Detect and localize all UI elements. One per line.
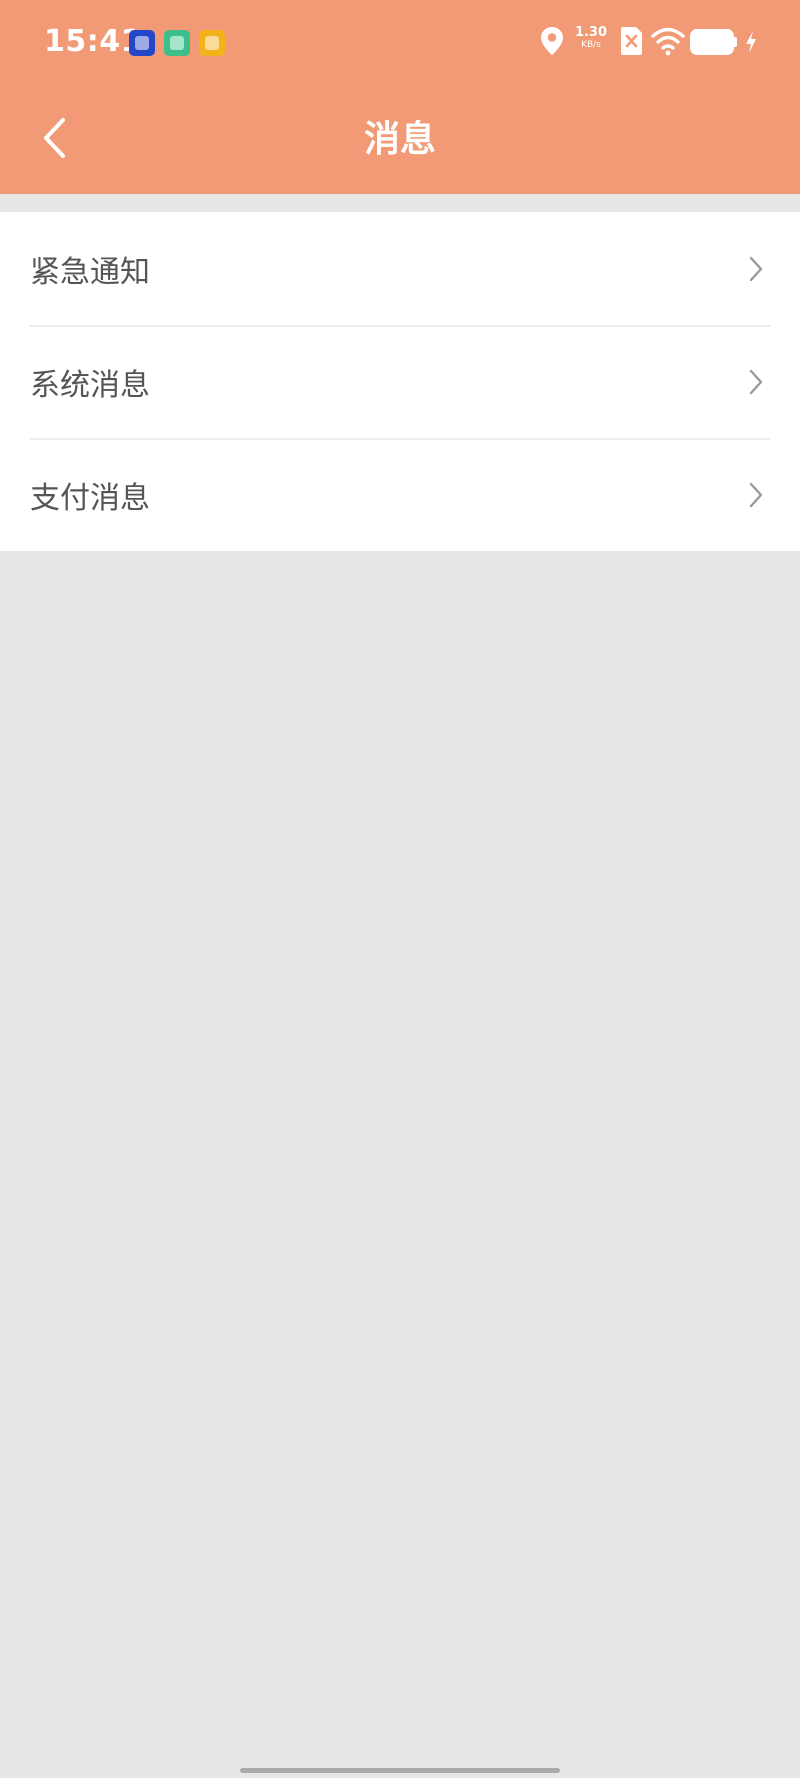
app-icon-yellow — [199, 30, 225, 56]
net-speed-unit: KB/s — [581, 40, 601, 50]
chevron-right-icon — [749, 256, 763, 281]
list-item-payment-messages[interactable]: 支付消息 — [0, 438, 800, 551]
home-indicator[interactable] — [240, 1768, 560, 1773]
list-item-system-messages[interactable]: 系统消息 — [0, 325, 800, 438]
charging-icon — [744, 30, 758, 58]
battery-icon — [690, 29, 734, 55]
net-speed-value: 1.30 — [574, 25, 608, 40]
battery-tip — [734, 37, 737, 47]
chevron-right-icon — [749, 482, 763, 507]
status-bar: 15:41 1.30 KB/s — [0, 0, 800, 86]
messages-screen: 15:41 1.30 KB/s 消息 紧急通知 系统消息 支付消息 — [0, 0, 800, 1778]
app-icon-blue — [129, 30, 155, 56]
status-time: 15:41 — [44, 24, 142, 59]
net-speed: 1.30 KB/s — [574, 26, 608, 50]
header: 15:41 1.30 KB/s 消息 — [0, 0, 800, 194]
list-item-label: 系统消息 — [30, 367, 150, 403]
page-title: 消息 — [363, 119, 436, 160]
chevron-left-icon — [44, 118, 65, 158]
location-icon — [540, 26, 564, 60]
wifi-icon — [651, 26, 685, 60]
chevron-right-icon — [749, 369, 763, 394]
list-item-emergency-notice[interactable]: 紧急通知 — [0, 212, 800, 325]
sim-icon — [620, 26, 644, 60]
list-item-label: 紧急通知 — [30, 254, 150, 290]
nav-bar: 消息 — [0, 86, 800, 194]
message-category-list: 紧急通知 系统消息 支付消息 — [0, 212, 800, 551]
app-icon-green — [164, 30, 190, 56]
list-item-label: 支付消息 — [30, 480, 150, 516]
back-button[interactable] — [26, 110, 82, 166]
